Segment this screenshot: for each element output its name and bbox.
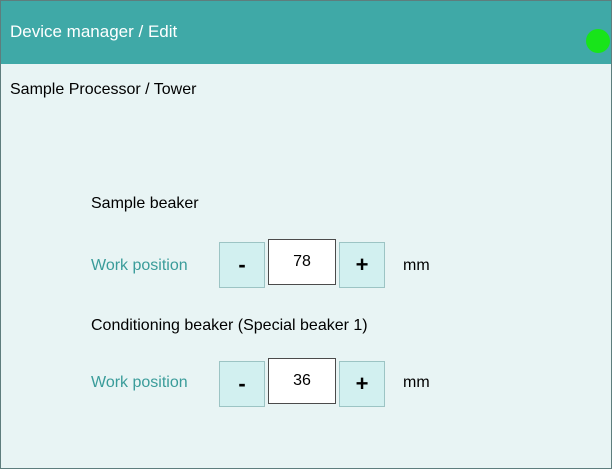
conditioning-work-position-field[interactable]: 36 [268,358,336,404]
sample-decrement-button[interactable]: - [219,242,265,288]
sample-work-position-label: Work position [91,257,188,274]
sample-work-position-field[interactable]: 78 [268,239,336,285]
conditioning-unit-label: mm [403,374,430,391]
page-subtitle: Sample Processor / Tower [10,81,197,98]
sample-beaker-heading: Sample beaker [91,195,199,212]
title-bar: Device manager / Edit [1,1,611,64]
status-indicator-icon [586,29,610,53]
conditioning-increment-button[interactable]: + [339,361,385,407]
sample-unit-label: mm [403,257,430,274]
conditioning-decrement-button[interactable]: - [219,361,265,407]
conditioning-work-position-label: Work position [91,374,188,391]
conditioning-beaker-heading: Conditioning beaker (Special beaker 1) [91,317,368,334]
device-manager-window: Device manager / Edit Sample Processor /… [0,0,612,469]
window-title: Device manager / Edit [10,22,178,41]
sample-increment-button[interactable]: + [339,242,385,288]
